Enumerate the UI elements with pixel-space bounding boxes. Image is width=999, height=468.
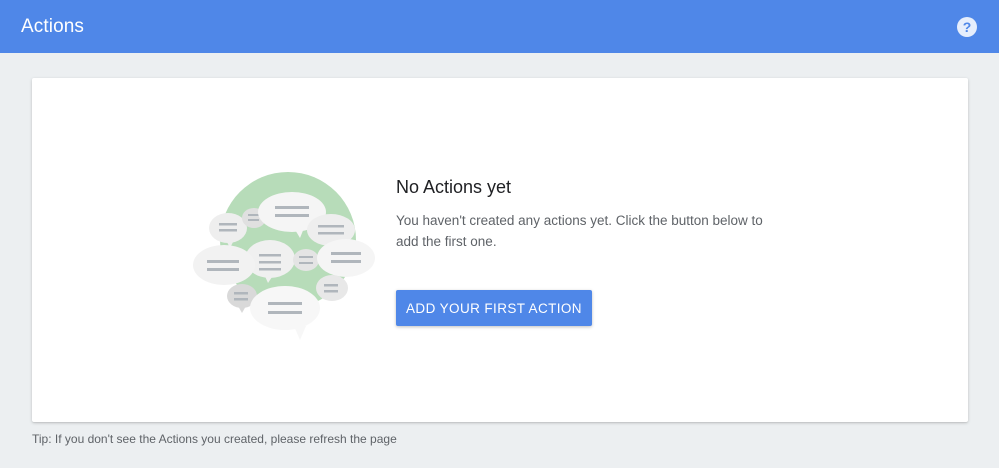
empty-state-description: You haven't created any actions yet. Cli… xyxy=(396,213,763,249)
refresh-tip: Tip: If you don't see the Actions you cr… xyxy=(32,432,397,446)
page-title: Actions xyxy=(21,15,85,37)
add-first-action-button[interactable]: ADD YOUR FIRST ACTION xyxy=(396,290,592,326)
empty-state-title: No Actions yet xyxy=(396,177,512,197)
help-icon[interactable]: ? xyxy=(957,16,977,37)
chat-bubbles-illustration-icon xyxy=(193,172,375,340)
empty-state-card: No Actions yet You haven't created any a… xyxy=(32,78,968,422)
top-app-bar: Actions ? xyxy=(0,0,999,53)
